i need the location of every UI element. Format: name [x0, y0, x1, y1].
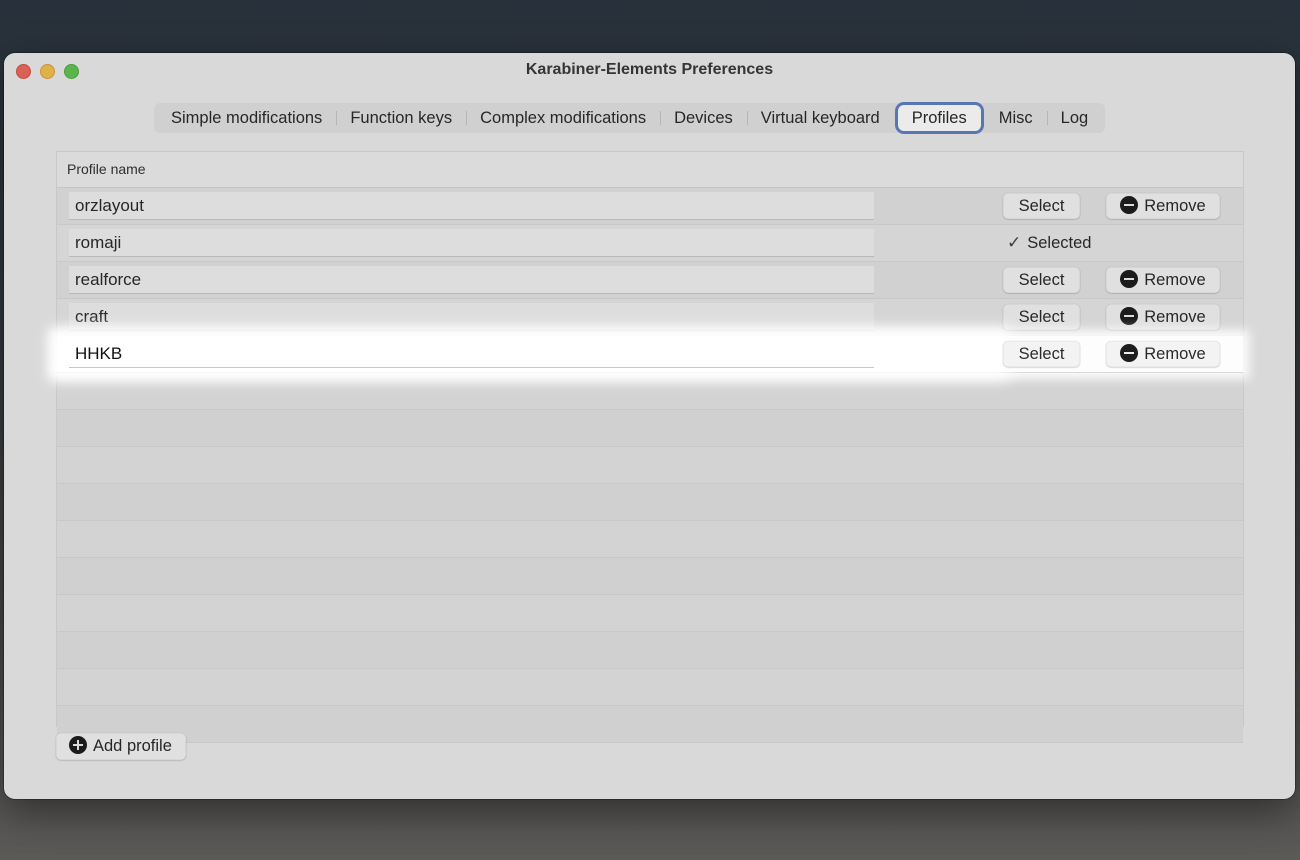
- remove-label: Remove: [1144, 345, 1206, 363]
- empty-row: [57, 410, 1243, 447]
- tab-simple-modifications[interactable]: Simple modifications: [157, 105, 336, 131]
- profile-name-field[interactable]: romaji: [69, 229, 874, 257]
- empty-row: [57, 447, 1243, 484]
- remove-profile-button[interactable]: Remove: [1106, 267, 1220, 293]
- select-profile-button[interactable]: Select: [1003, 341, 1080, 367]
- plus-circle-icon: [69, 736, 87, 754]
- minus-circle-icon: [1120, 270, 1139, 288]
- select-profile-button[interactable]: Select: [1003, 193, 1080, 219]
- preferences-window: Karabiner-Elements Preferences Simple mo…: [4, 53, 1295, 799]
- empty-row: [57, 373, 1243, 410]
- remove-profile-button[interactable]: Remove: [1106, 304, 1220, 330]
- profile-row-highlighted: HHKB Select Remove: [57, 336, 1243, 373]
- tab-virtual-keyboard[interactable]: Virtual keyboard: [746, 105, 894, 131]
- remove-profile-button[interactable]: Remove: [1106, 193, 1220, 219]
- profile-row: craft Select Remove: [57, 299, 1243, 336]
- remove-label: Remove: [1144, 197, 1206, 215]
- tab-devices[interactable]: Devices: [660, 105, 747, 131]
- empty-row: [57, 632, 1243, 669]
- profile-row: orzlayout Select Remove: [57, 188, 1243, 225]
- empty-row: [57, 484, 1243, 521]
- checkmark-icon: ✓: [1007, 233, 1022, 252]
- profile-name-field[interactable]: HHKB: [69, 340, 874, 368]
- profile-name-field[interactable]: orzlayout: [69, 192, 874, 220]
- empty-row: [57, 706, 1243, 743]
- tab-function-keys[interactable]: Function keys: [336, 105, 466, 131]
- select-profile-button[interactable]: Select: [1003, 267, 1080, 293]
- profile-row: romaji ✓ Selected: [57, 225, 1243, 262]
- profile-name-field[interactable]: realforce: [69, 266, 874, 294]
- remove-label: Remove: [1144, 271, 1206, 289]
- title-bar[interactable]: Karabiner-Elements Preferences: [4, 53, 1295, 89]
- selected-label: Selected: [1027, 234, 1092, 252]
- window-title: Karabiner-Elements Preferences: [525, 61, 774, 78]
- selected-status: ✓ Selected: [1007, 230, 1091, 256]
- empty-row: [57, 669, 1243, 706]
- minus-circle-icon: [1120, 307, 1139, 325]
- remove-profile-button[interactable]: Remove: [1106, 341, 1220, 367]
- tab-misc[interactable]: Misc: [985, 105, 1047, 131]
- tab-log[interactable]: Log: [1046, 105, 1103, 131]
- tab-profiles[interactable]: Profiles: [897, 105, 981, 131]
- profile-name-field[interactable]: craft: [69, 303, 874, 331]
- profile-row: realforce Select Remove: [57, 262, 1243, 299]
- empty-row: [57, 558, 1243, 595]
- add-profile-button[interactable]: Add profile: [56, 733, 186, 760]
- tab-bar: Simple modifications Function keys Compl…: [154, 103, 1106, 133]
- minus-circle-icon: [1120, 196, 1139, 214]
- minus-circle-icon: [1120, 344, 1139, 362]
- add-profile-label: Add profile: [93, 737, 172, 755]
- select-profile-button[interactable]: Select: [1003, 304, 1080, 330]
- remove-label: Remove: [1144, 308, 1206, 326]
- tab-complex-modifications[interactable]: Complex modifications: [466, 105, 660, 131]
- profiles-table: Profile name orzlayout Select Remove rom…: [56, 151, 1244, 743]
- empty-row: [57, 521, 1243, 558]
- column-header-profile-name: Profile name: [57, 152, 1243, 188]
- empty-row: [57, 595, 1243, 632]
